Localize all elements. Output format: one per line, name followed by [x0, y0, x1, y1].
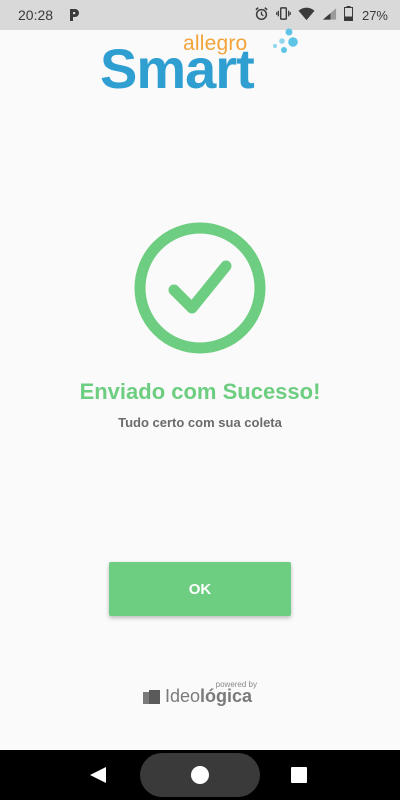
home-icon[interactable] [191, 766, 209, 784]
company-name-bold: lógica [200, 686, 253, 706]
company-name-regular: Ideo [165, 686, 201, 706]
parking-icon [67, 8, 81, 22]
bubbles-icon [273, 28, 298, 53]
vibrate-icon [276, 6, 291, 24]
ideologica-mark-icon [143, 690, 160, 704]
wifi-icon [298, 7, 315, 24]
ok-button[interactable]: OK [109, 562, 291, 616]
company-name: Ideológica [165, 686, 252, 707]
battery-percent: 27% [361, 7, 388, 23]
status-time: 20:28 [18, 7, 54, 23]
status-icons: 27% [254, 6, 388, 24]
check-circle-icon [132, 220, 268, 356]
alarm-icon [254, 6, 269, 24]
success-subtitle: Tudo certo com sua coleta [118, 415, 282, 430]
recents-icon[interactable] [291, 767, 307, 783]
back-icon[interactable] [88, 766, 108, 784]
navigation-bar [0, 750, 400, 800]
battery-icon [343, 6, 353, 24]
app-logo: allegro Smart [100, 28, 300, 100]
success-title: Enviado com Sucesso! [79, 379, 321, 404]
powered-by-logo: powered by Ideológica [143, 680, 263, 710]
logo-smart-text: Smart [100, 37, 255, 100]
signal-icon [322, 7, 337, 24]
status-bar: 20:28 27% [0, 0, 400, 30]
